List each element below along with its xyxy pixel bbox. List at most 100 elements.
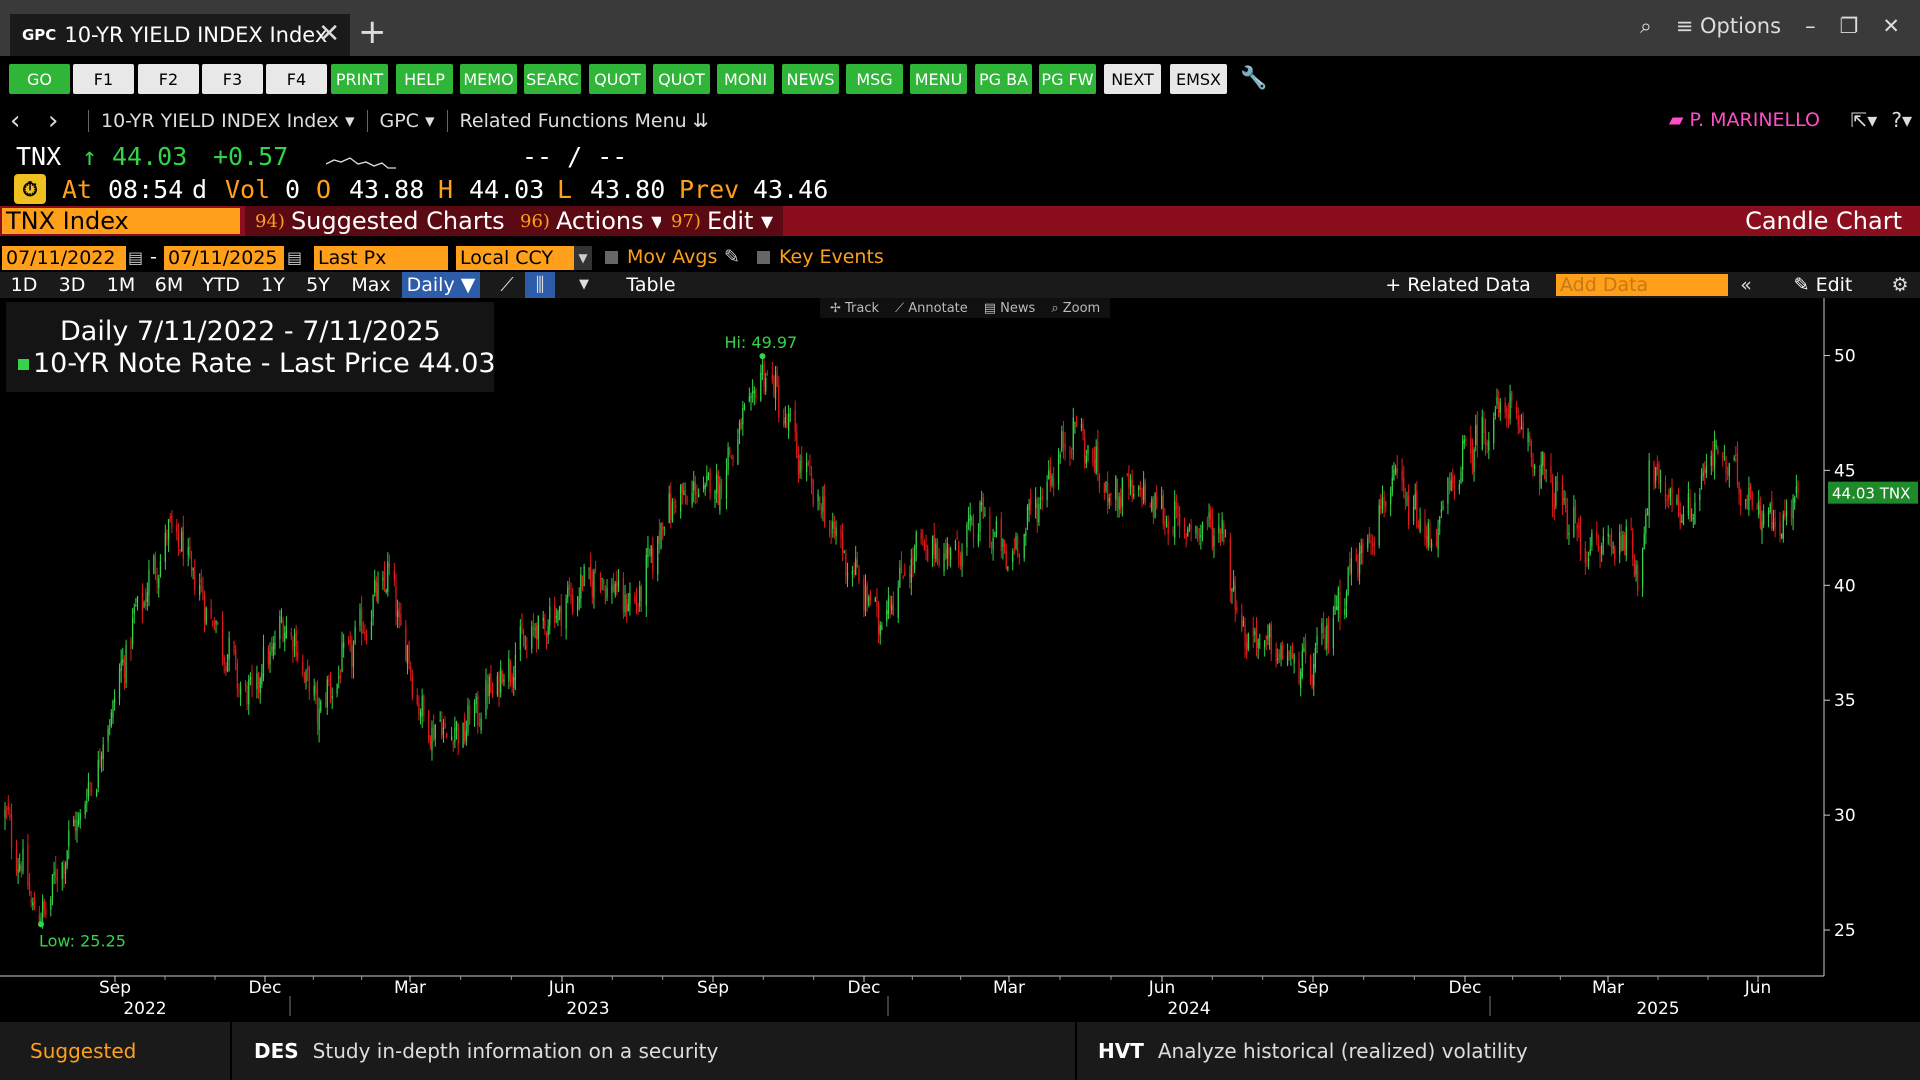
zoom-tool[interactable]: ⌕ Zoom	[1051, 301, 1100, 316]
candle-body	[477, 695, 479, 726]
period-1d[interactable]: 1D	[4, 272, 44, 298]
export-icon[interactable]: ⇱▾	[1851, 108, 1878, 132]
help-icon[interactable]: ?▾	[1891, 108, 1912, 132]
fkey-button[interactable]: MSG	[846, 64, 903, 94]
table-button[interactable]: Table	[612, 272, 690, 298]
currency-select[interactable]: Local CCY	[456, 246, 574, 270]
fkey-button[interactable]: PG BA	[975, 64, 1032, 94]
calendar-icon[interactable]: ▤	[287, 248, 302, 267]
candle-body	[1334, 606, 1336, 615]
forward-icon[interactable]: ›	[48, 106, 76, 136]
candle-body	[1471, 448, 1474, 469]
pencil-icon[interactable]: ✎	[724, 246, 740, 268]
period-1m[interactable]: 1M	[100, 272, 142, 298]
fkey-button[interactable]: F1	[73, 64, 134, 94]
back-icon[interactable]: ‹	[10, 106, 38, 136]
minimize-icon[interactable]: –	[1805, 14, 1816, 38]
new-tab-icon[interactable]: +	[358, 12, 387, 52]
related-data-button[interactable]: + Related Data ▾	[1378, 272, 1538, 322]
start-date-input[interactable]: 07/11/2022	[2, 246, 126, 270]
key-events-checkbox[interactable]	[757, 251, 770, 264]
candle-body	[1486, 442, 1488, 447]
suggested-function-hvt[interactable]: HVT Analyze historical (realized) volatil…	[1098, 1022, 1528, 1080]
field-select[interactable]: Last Px	[314, 246, 448, 270]
period-ytd[interactable]: YTD	[197, 272, 245, 298]
fkey-button[interactable]: NEXT	[1104, 64, 1161, 94]
candle-body	[1053, 477, 1055, 488]
fkey-button[interactable]: EMSX	[1170, 64, 1227, 94]
candle-body	[979, 502, 981, 533]
end-date-input[interactable]: 07/11/2025	[164, 246, 284, 270]
candle-body	[501, 672, 503, 683]
fkey-button[interactable]: F3	[202, 64, 263, 94]
collapse-icon[interactable]: «	[1733, 272, 1759, 298]
fkey-button[interactable]: PG FW	[1039, 64, 1096, 94]
candle-body	[292, 639, 294, 651]
candle-body	[1530, 440, 1532, 458]
candle-body	[727, 447, 729, 470]
fkey-button[interactable]: F4	[266, 64, 327, 94]
fkey-button[interactable]: GO	[9, 64, 70, 94]
tab-gpc[interactable]: GPC 10-YR YIELD INDEX Index ✕	[10, 14, 350, 56]
edit-chart-button[interactable]: ✎ Edit Chart	[1766, 272, 1880, 322]
fkey-button[interactable]: MENU	[910, 64, 967, 94]
mov-avgs-checkbox[interactable]	[605, 251, 618, 264]
mov-avgs-label: Mov Avgs	[627, 246, 718, 268]
fkey-button[interactable]: QUOT	[653, 64, 710, 94]
fkey-button[interactable]: QUOT	[589, 64, 646, 94]
fkey-button[interactable]: SEARC	[524, 64, 581, 94]
fkey-button[interactable]: MEMO	[460, 64, 517, 94]
candle-chart-icon[interactable]: ⫼	[525, 272, 555, 298]
track-tool[interactable]: ✢ Track	[830, 301, 879, 316]
security-selector[interactable]: 10-YR YIELD INDEX Index ▾	[101, 110, 355, 132]
line-chart-icon[interactable]: ⟋	[492, 272, 522, 298]
chevron-down-icon[interactable]: ▼	[574, 246, 592, 270]
fkey-button[interactable]: PRINT	[331, 64, 388, 94]
annotate-tool[interactable]: ⟋ Annotate	[895, 301, 968, 316]
candle-body	[1074, 422, 1076, 424]
calendar-icon[interactable]: ▤	[128, 248, 143, 267]
candle-body	[995, 520, 998, 537]
fkey-button[interactable]: NEWS	[782, 64, 839, 94]
restore-icon[interactable]: ❐	[1840, 14, 1859, 38]
candle-body	[889, 596, 891, 608]
fkey-button[interactable]: F2	[138, 64, 199, 94]
candle-body	[1566, 510, 1568, 540]
candle-body	[66, 850, 68, 866]
close-window-icon[interactable]: ✕	[1882, 14, 1900, 38]
frequency-select[interactable]: Daily ▼	[402, 272, 480, 298]
news-tool[interactable]: ▤ News	[984, 301, 1036, 316]
period-max[interactable]: Max	[345, 272, 397, 298]
close-tab-icon[interactable]: ✕	[318, 19, 340, 49]
edit-menu[interactable]: 97) Edit ▾	[661, 206, 784, 236]
search-icon[interactable]: ⌕	[1640, 14, 1652, 39]
candle-body	[1025, 531, 1027, 537]
function-selector[interactable]: GPC ▾	[380, 110, 435, 132]
wrench-icon[interactable]: 🔧	[1240, 66, 1267, 91]
add-data-input[interactable]: Add Data	[1556, 274, 1728, 296]
related-functions-menu[interactable]: Related Functions Menu ⇊	[460, 110, 709, 132]
options-menu[interactable]: ≡ Options	[1676, 14, 1781, 38]
period-3d[interactable]: 3D	[52, 272, 92, 298]
candle-body	[176, 525, 178, 532]
period-6m[interactable]: 6M	[148, 272, 190, 298]
candle-body	[109, 728, 111, 730]
candlestick-chart-svg[interactable]: 25 30 35 40 45 50 Hi: 49.97 Low: 25.25 44.03 TNX…	[0, 298, 1920, 1022]
fkey-button[interactable]: MONI	[717, 64, 774, 94]
candle-body	[1700, 475, 1703, 490]
user-name[interactable]: ▰ P. MARINELLO	[1669, 109, 1820, 131]
actions-menu[interactable]: 96) Actions ▾	[510, 206, 674, 236]
period-5y[interactable]: 5Y	[299, 272, 337, 298]
gear-icon[interactable]: ⚙	[1886, 272, 1914, 298]
period-1y[interactable]: 1Y	[254, 272, 292, 298]
chevron-down-icon[interactable]: ▼	[572, 272, 596, 298]
candle-body	[411, 675, 413, 698]
candle-body	[902, 576, 904, 578]
candle-body	[387, 561, 389, 592]
price-chart[interactable]: 25 30 35 40 45 50 Hi: 49.97 Low: 25.25 44.03 TNX…	[0, 298, 1920, 1022]
security-input[interactable]: TNX Index	[2, 208, 240, 234]
suggested-function-des[interactable]: DES Study in-depth information on a secur…	[254, 1022, 718, 1080]
suggested-charts-menu[interactable]: 94) Suggested Charts ▾	[245, 206, 535, 236]
fkey-button[interactable]: HELP	[396, 64, 453, 94]
divider	[366, 110, 368, 132]
